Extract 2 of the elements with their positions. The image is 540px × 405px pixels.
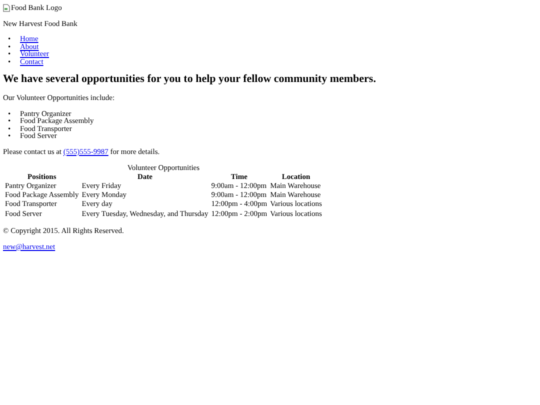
broken-image-icon bbox=[3, 4, 10, 12]
page-heading: We have several opportunities for you to help your fellow community members. bbox=[3, 73, 377, 86]
